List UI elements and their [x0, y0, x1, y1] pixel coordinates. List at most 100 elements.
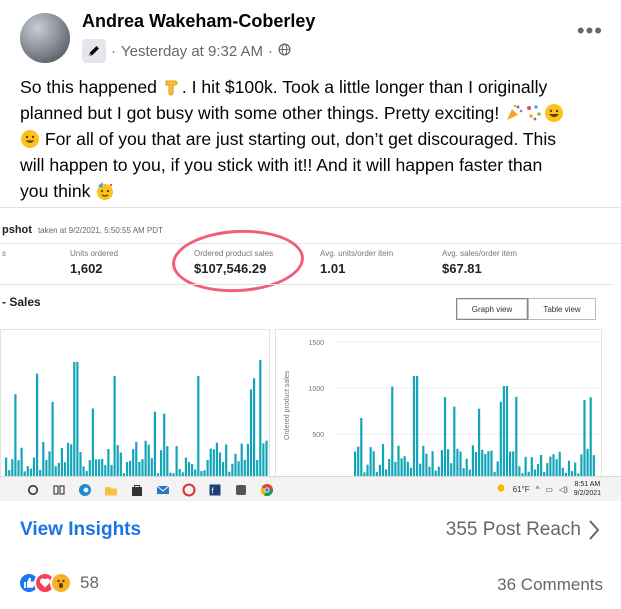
chart-bar	[14, 394, 17, 480]
chart-bar	[505, 386, 509, 480]
chart-bar	[225, 444, 228, 480]
chart-bar	[381, 444, 385, 480]
network-icon[interactable]: ▭	[545, 485, 553, 494]
post-text: So this happened . I hit $100k. Took a l…	[20, 74, 610, 204]
chart-bar	[73, 362, 76, 480]
task-view-icon[interactable]	[52, 483, 66, 497]
grinning-face-emoji-icon	[544, 103, 564, 123]
confetti-emoji-icon	[524, 103, 544, 123]
chart-bar	[163, 413, 166, 480]
chart-bar	[583, 400, 586, 480]
chart-bar	[91, 408, 94, 480]
reactions-count: 58	[80, 573, 99, 592]
chart-bar	[412, 376, 416, 480]
search-icon[interactable]	[26, 483, 40, 497]
sales-chart-left	[0, 329, 270, 481]
chart-bar	[197, 376, 200, 480]
metric-avg-units: Avg. units/order item 1.01	[320, 249, 394, 276]
post-text-line: planned but I got busy with some other t…	[20, 103, 500, 123]
chart-bar	[453, 406, 456, 480]
system-tray: 61°F ^ ▭ ◁) 8:51 AM 9/2/2021	[495, 480, 601, 498]
pen-icon	[82, 39, 106, 63]
post-text-line: So this happened	[20, 77, 157, 97]
chart-bar	[70, 444, 73, 480]
post-reach[interactable]: 355 Post Reach	[446, 519, 581, 541]
globe-icon[interactable]	[278, 42, 291, 60]
chart-bar	[147, 444, 150, 480]
chart-bar	[246, 443, 249, 480]
more-horizontal-icon[interactable]: •••	[577, 18, 603, 44]
chart-bar	[76, 362, 79, 480]
snapshot-title: pshot taken at 9/2/2021, 5:50:55 AM PDT	[2, 224, 163, 236]
chart-bar	[589, 397, 592, 480]
sales-title: - Sales	[2, 295, 41, 309]
post-time[interactable]: Yesterday at 9:32 AM	[121, 43, 263, 60]
chart-bar	[249, 389, 253, 480]
post-header: Andrea Wakeham-Coberley · Yesterday at 9…	[12, 8, 609, 64]
chart-bar	[36, 373, 39, 480]
sales-panel: - Sales Graph view Table view Ordered pr…	[0, 284, 612, 481]
chart-bar	[391, 386, 394, 480]
chart-bar	[471, 445, 474, 480]
chart-bar	[499, 401, 502, 480]
reactions-summary[interactable]: 58	[18, 572, 99, 594]
y-tick-label: 500	[312, 432, 324, 439]
edge-icon[interactable]	[78, 483, 92, 497]
chart-bar	[51, 401, 54, 480]
metric-avg-sales: Avg. sales/order item $67.81	[442, 249, 517, 276]
wow-reaction-icon	[50, 572, 72, 594]
chart-bar	[416, 376, 419, 480]
weather-icon[interactable]	[495, 482, 507, 496]
weather-temp[interactable]: 61°F	[513, 485, 530, 494]
store-icon[interactable]	[130, 483, 144, 497]
chart-bar	[116, 445, 119, 480]
chevron-up-icon[interactable]: ^	[536, 485, 540, 494]
party-popper-emoji-icon	[504, 103, 524, 123]
chart-bar	[422, 445, 425, 480]
chart-bar	[113, 376, 116, 480]
volume-icon[interactable]: ◁)	[559, 485, 568, 494]
post-text-line: For all of you that are just starting ou…	[44, 129, 557, 149]
app-icon[interactable]: f	[208, 483, 222, 497]
table-view-button[interactable]: Table view	[528, 298, 596, 320]
taskbar-clock[interactable]: 8:51 AM 9/2/2021	[574, 480, 601, 498]
chart-bar	[67, 442, 70, 480]
chart-bar	[215, 442, 218, 480]
chart-bar	[175, 446, 178, 480]
meta-separator: ·	[111, 42, 116, 60]
view-insights-link[interactable]: View Insights	[20, 519, 141, 541]
chart-bar	[153, 411, 156, 480]
metric-partial: s	[2, 249, 6, 258]
divider	[0, 243, 621, 244]
graph-view-button[interactable]: Graph view	[456, 298, 528, 320]
avatar[interactable]	[20, 13, 70, 63]
chart-bar	[135, 441, 138, 480]
smiling-face-emoji-icon	[20, 129, 40, 149]
windows-taskbar: f 61°F ^ ▭ ◁) 8:51 AM 9/2/2021	[0, 476, 621, 501]
chart-bar	[253, 378, 256, 480]
chart-bar	[515, 396, 518, 480]
post-text-line: . I hit $100k. Took a little longer than…	[181, 77, 548, 97]
y-tick-label: 1000	[308, 386, 324, 393]
chart-bar	[357, 446, 360, 480]
chart-bar	[259, 360, 262, 480]
app-icon[interactable]	[182, 483, 196, 497]
embedded-screenshot[interactable]: pshot taken at 9/2/2021, 5:50:55 AM PDT s…	[0, 207, 621, 501]
comments-count[interactable]: 36 Comments	[497, 575, 603, 595]
chart-bar	[265, 440, 268, 480]
chart-bar	[144, 440, 147, 480]
author-name[interactable]: Andrea Wakeham-Coberley	[82, 11, 315, 32]
chart-bar	[478, 408, 481, 480]
app-icon[interactable]	[234, 483, 248, 497]
mail-icon[interactable]	[156, 483, 170, 497]
chart-bar	[397, 445, 400, 480]
chevron-right-icon[interactable]	[587, 518, 601, 542]
chart-bar	[240, 443, 243, 480]
file-explorer-icon[interactable]	[104, 483, 118, 497]
chart-bar	[166, 446, 169, 480]
chart-bar	[262, 443, 265, 480]
chrome-icon[interactable]	[260, 483, 274, 497]
snapshot-taken-time: taken at 9/2/2021, 5:50:55 AM PDT	[37, 226, 163, 235]
chart-bar	[443, 397, 447, 480]
chart-bar	[42, 441, 45, 480]
